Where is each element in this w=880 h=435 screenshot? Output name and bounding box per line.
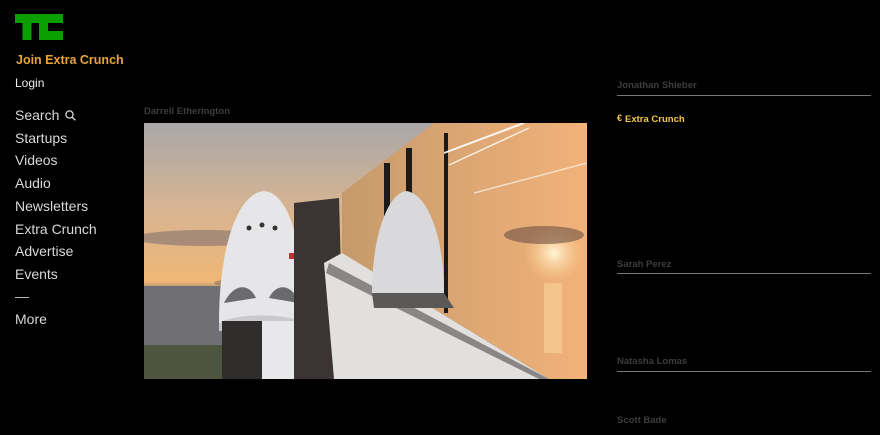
techcrunch-logo[interactable] [15,14,63,40]
nav-item-startups[interactable]: Startups [15,127,97,150]
sidebar-rule-1 [617,95,871,96]
sidebar-author-2[interactable]: Sarah Perez [617,259,671,270]
login-link[interactable]: Login [15,76,44,90]
spacex-crew-dragon-photo-icon [144,123,587,379]
nav-search-label: Search [15,107,60,123]
search-icon [65,110,77,121]
sidebar-author-1[interactable]: Jonathan Shieber [617,80,697,91]
extra-crunch-label: Extra Crunch [625,114,685,125]
article-hero-image[interactable] [144,123,587,379]
nav-more[interactable]: More [15,308,97,331]
extra-crunch-icon: € [617,113,623,123]
extra-crunch-badge[interactable]: € Extra Crunch [617,113,685,125]
tc-logo-icon [15,14,63,40]
nav-item-newsletters[interactable]: Newsletters [15,195,97,218]
nav-search[interactable]: Search [15,104,97,127]
nav-item-extra-crunch[interactable]: Extra Crunch [15,218,97,241]
sidebar-rule-3 [617,371,871,372]
article-author[interactable]: Darrell Etherington [144,106,230,117]
sidebar-rule-2 [617,273,871,274]
nav-item-events[interactable]: Events [15,263,97,286]
nav-divider [15,296,29,298]
nav-item-videos[interactable]: Videos [15,149,97,172]
nav-item-audio[interactable]: Audio [15,172,97,195]
nav-divider-item [15,286,97,309]
sidebar-author-3[interactable]: Natasha Lomas [617,356,687,367]
sidebar-author-4[interactable]: Scott Bade [617,415,667,426]
join-extra-crunch-link[interactable]: Join Extra Crunch [16,53,124,67]
main-nav: Search Startups Videos Audio Newsletters… [15,104,97,331]
nav-item-advertise[interactable]: Advertise [15,240,97,263]
